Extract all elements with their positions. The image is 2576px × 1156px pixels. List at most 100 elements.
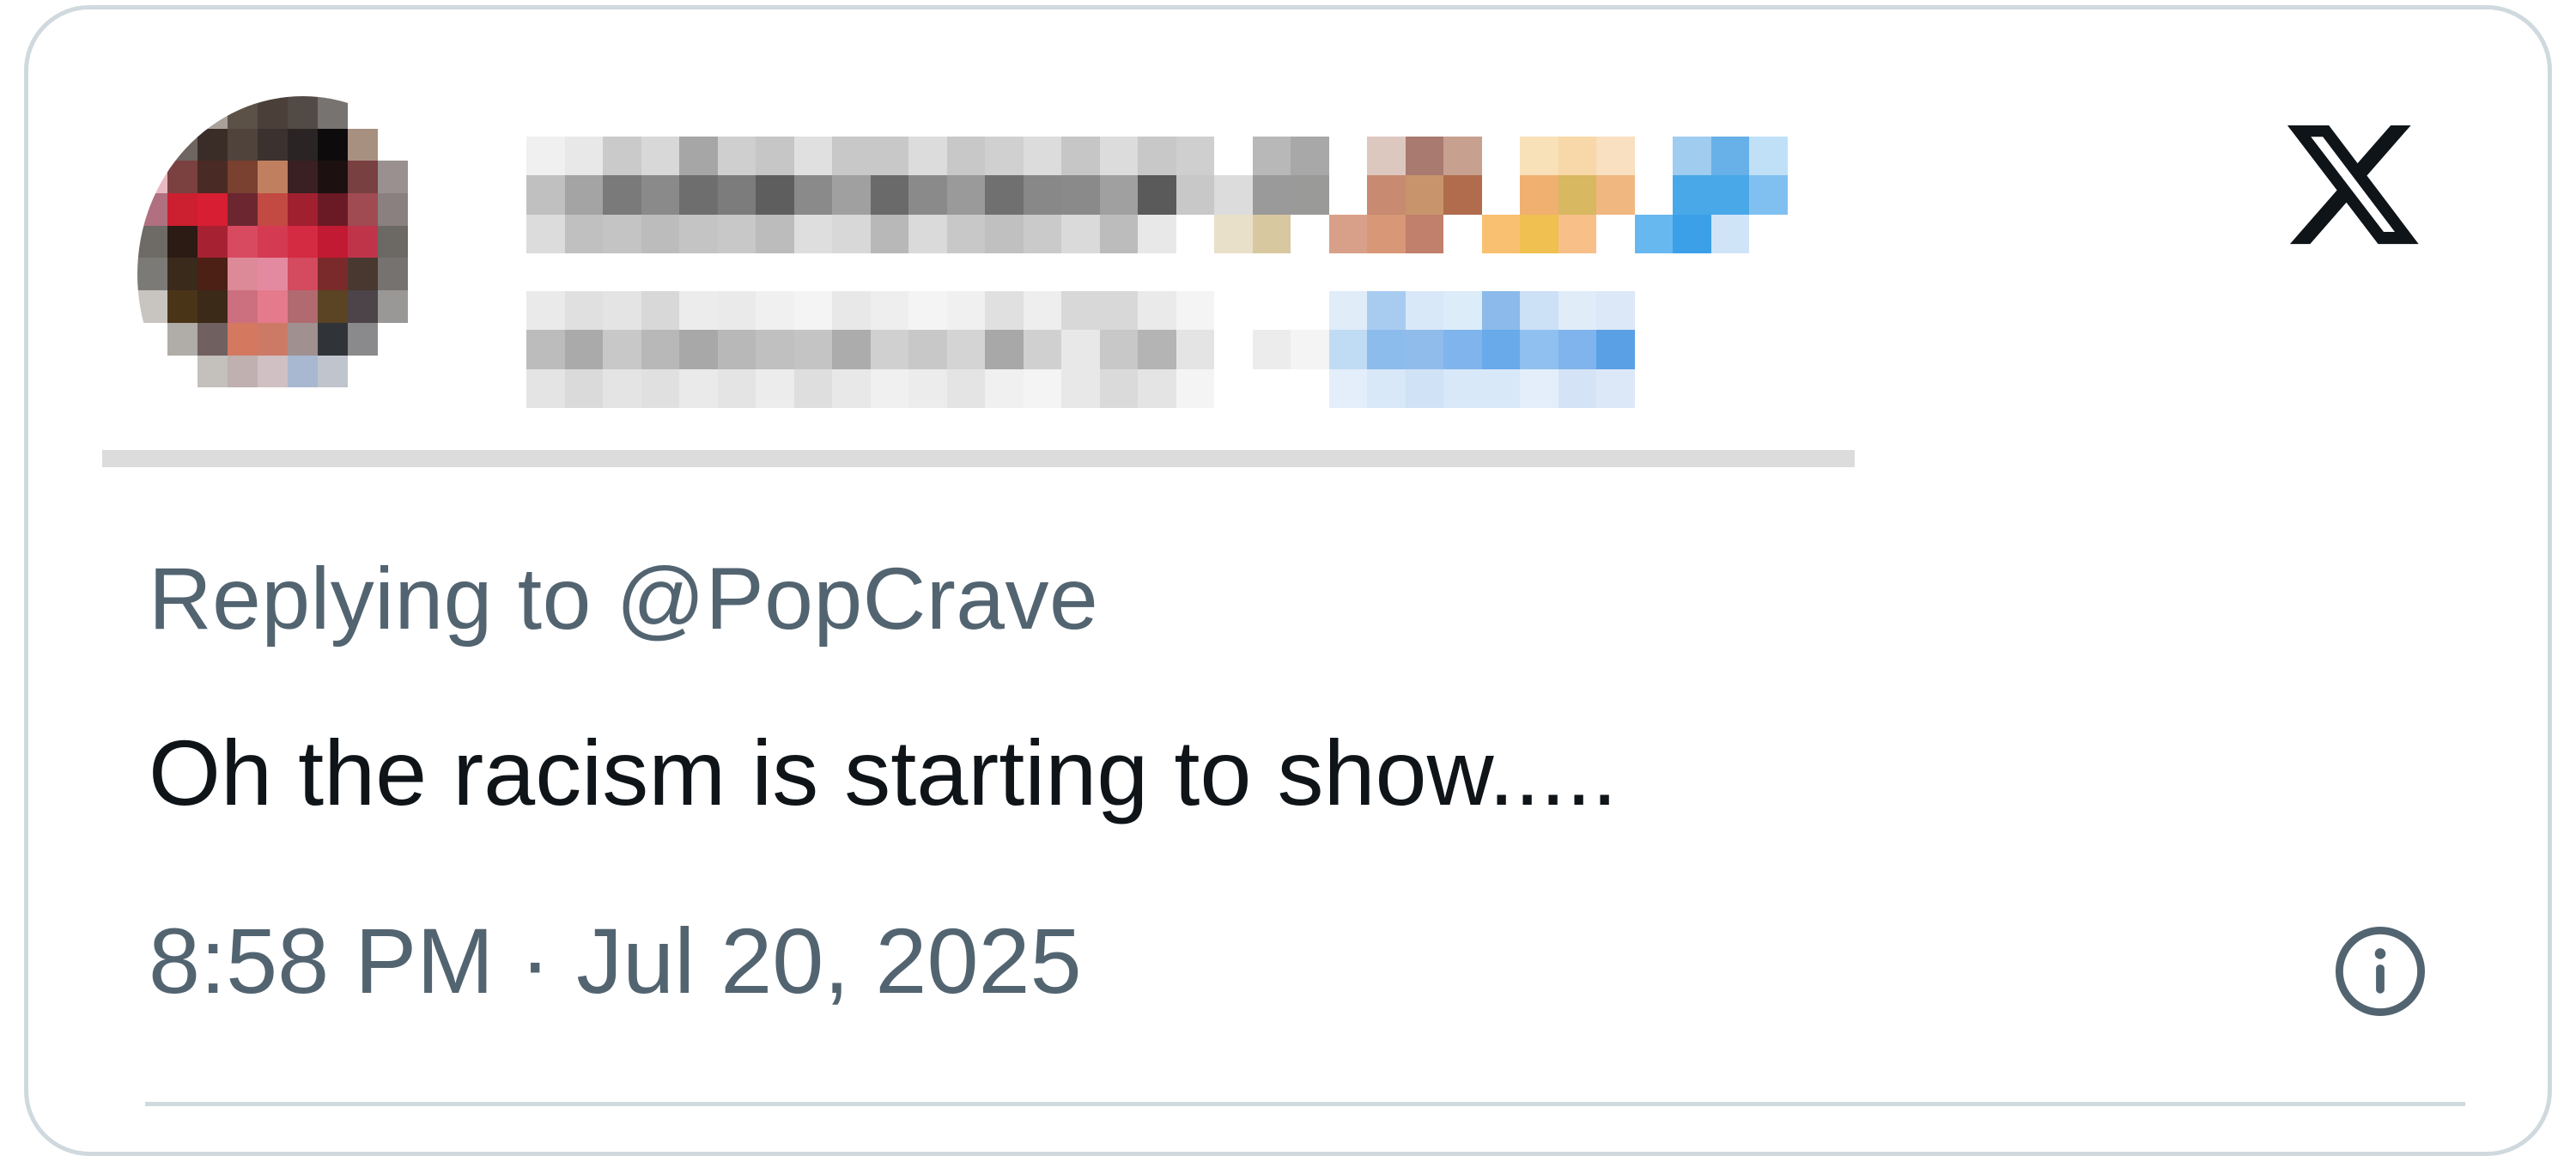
mosaic-cell: [288, 161, 318, 194]
mosaic-cell: [1214, 137, 1253, 176]
mosaic-cell: [1176, 368, 1214, 408]
info-icon[interactable]: [2332, 923, 2428, 1019]
mosaic-cell: [167, 96, 197, 129]
mosaic-cell: [641, 291, 679, 331]
mosaic-cell: [1252, 330, 1291, 369]
mosaic-cell: [1099, 291, 1138, 331]
mosaic-cell: [228, 128, 258, 161]
mosaic-cell: [167, 419, 197, 453]
mosaic-cell: [641, 214, 679, 253]
tweet-card[interactable]: Replying to @PopCrave Oh the racism is s…: [24, 5, 2552, 1156]
mosaic-cell: [756, 291, 794, 331]
mosaic-cell: [318, 161, 348, 194]
user-handle-pixelated[interactable]: [526, 291, 1711, 408]
mosaic-cell: [318, 193, 348, 226]
mosaic-cell: [1673, 137, 1711, 176]
mosaic-cell: [167, 258, 197, 291]
mosaic-cell: [1481, 291, 1520, 331]
mosaic-cell: [603, 330, 641, 369]
mosaic-cell: [603, 368, 641, 408]
mosaic-cell: [756, 330, 794, 369]
mosaic-cell: [348, 225, 378, 259]
mosaic-cell: [1252, 291, 1291, 331]
avatar[interactable]: [137, 96, 468, 453]
mosaic-cell: [756, 137, 794, 176]
mosaic-cell: [946, 175, 985, 215]
mosaic-cell: [258, 225, 288, 259]
mosaic-cell: [1061, 291, 1100, 331]
mosaic-cell: [1558, 137, 1596, 176]
mosaic-cell: [793, 137, 832, 176]
mosaic-cell: [832, 291, 871, 331]
mosaic-cell: [1405, 368, 1443, 408]
reply-mention-link[interactable]: @PopCrave: [617, 550, 1099, 648]
mosaic-cell: [679, 214, 718, 253]
mosaic-cell: [318, 419, 348, 453]
mosaic-cell: [1214, 175, 1253, 215]
mosaic-cell: [1367, 175, 1406, 215]
mosaic-cell: [1138, 330, 1176, 369]
mosaic-cell: [408, 258, 438, 291]
mosaic-cell: [1252, 368, 1291, 408]
mosaic-cell: [641, 368, 679, 408]
mosaic-cell: [1367, 291, 1406, 331]
mosaic-cell: [348, 128, 378, 161]
mosaic-cell: [1138, 214, 1176, 253]
mosaic-cell: [408, 355, 438, 388]
mosaic-cell: [1558, 330, 1596, 369]
mosaic-cell: [318, 322, 348, 356]
mosaic-cell: [1405, 214, 1443, 253]
mosaic-cell: [167, 161, 197, 194]
mosaic-cell: [985, 175, 1024, 215]
mosaic-cell: [378, 387, 408, 420]
mosaic-cell: [679, 368, 718, 408]
mosaic-cell: [641, 175, 679, 215]
mosaic-cell: [348, 355, 378, 388]
mosaic-cell: [348, 161, 378, 194]
mosaic-cell: [1099, 368, 1138, 408]
mosaic-cell: [564, 137, 603, 176]
mosaic-cell: [717, 291, 756, 331]
mosaic-cell: [1176, 214, 1214, 253]
mosaic-cell: [1596, 291, 1635, 331]
mosaic-cell: [1252, 175, 1291, 215]
replying-to-label: Replying to: [149, 550, 617, 648]
mosaic-cell: [603, 175, 641, 215]
header-divider: [102, 450, 1855, 467]
mosaic-cell: [908, 291, 947, 331]
mosaic-cell: [258, 128, 288, 161]
mosaic-cell: [985, 291, 1024, 331]
mosaic-cell: [228, 322, 258, 356]
mosaic-cell: [197, 322, 228, 356]
mosaic-cell: [641, 330, 679, 369]
mosaic-cell: [1138, 291, 1176, 331]
mosaic-cell: [1328, 214, 1367, 253]
mosaic-cell: [1328, 291, 1367, 331]
mosaic-cell: [228, 96, 258, 129]
mosaic-cell: [717, 330, 756, 369]
mosaic-cell: [1291, 214, 1329, 253]
mosaic-cell: [438, 128, 468, 161]
mosaic-cell: [1481, 330, 1520, 369]
mosaic-cell: [832, 214, 871, 253]
mosaic-cell: [318, 96, 348, 129]
mosaic-cell: [1328, 175, 1367, 215]
mosaic-cell: [1214, 330, 1253, 369]
mosaic-cell: [870, 291, 908, 331]
mosaic-cell: [1291, 175, 1329, 215]
mosaic-cell: [1367, 214, 1406, 253]
mosaic-cell: [318, 355, 348, 388]
mosaic-cell: [1520, 330, 1558, 369]
tweet-timestamp[interactable]: 8:58 PM · Jul 20, 2025: [149, 907, 1082, 1015]
display-name-pixelated[interactable]: [526, 137, 1789, 253]
mosaic-cell: [167, 322, 197, 356]
mosaic-cell: [1596, 175, 1635, 215]
mosaic-cell: [526, 214, 565, 253]
mosaic-cell: [228, 387, 258, 420]
mosaic-cell: [1367, 368, 1406, 408]
mosaic-cell: [197, 290, 228, 323]
x-logo-icon[interactable]: [2275, 112, 2430, 258]
mosaic-cell: [793, 330, 832, 369]
mosaic-cell: [348, 193, 378, 226]
mosaic-cell: [378, 161, 408, 194]
